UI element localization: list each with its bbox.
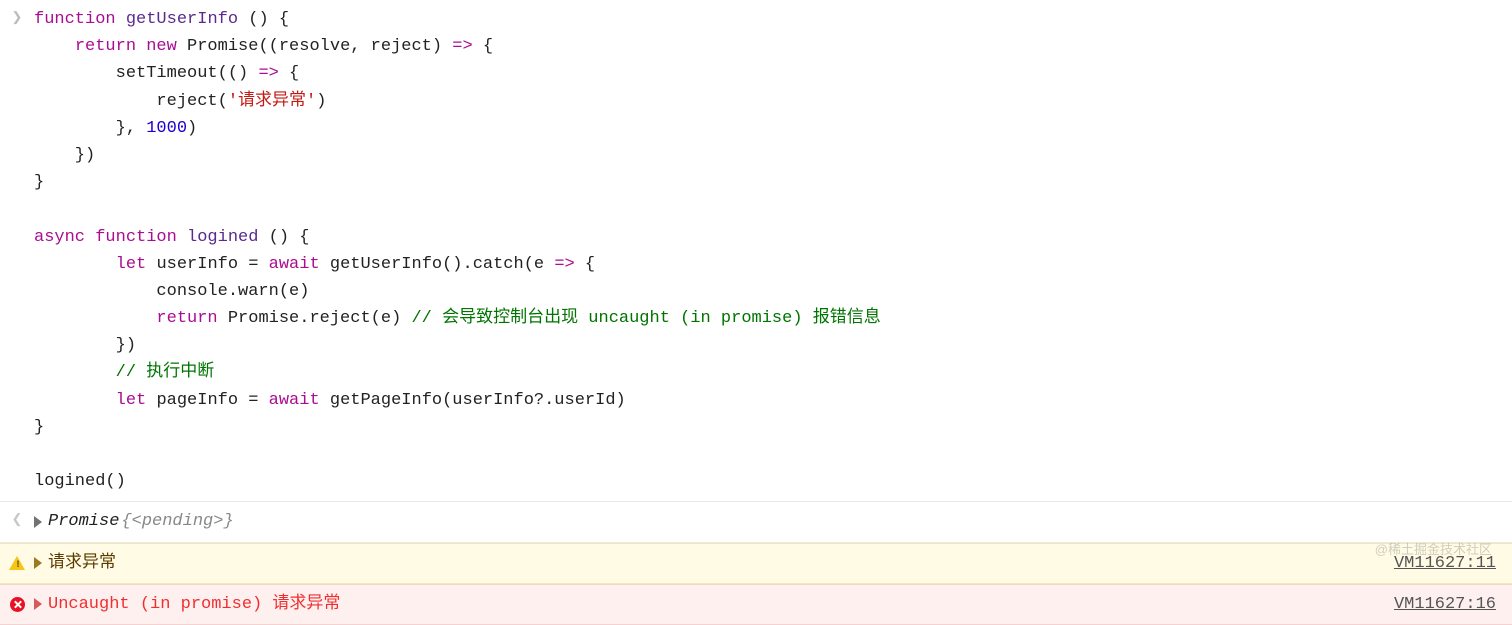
console-warn-entry[interactable]: 请求异常 VM11627:11	[0, 543, 1512, 584]
console-input-entry[interactable]: ❯ function getUserInfo () { return new P…	[0, 0, 1512, 502]
expand-triangle-icon[interactable]	[34, 516, 42, 528]
promise-state: {<pending>}	[121, 508, 233, 535]
warn-content: 请求异常	[34, 548, 1394, 579]
error-gutter	[0, 589, 34, 612]
expand-triangle-icon[interactable]	[34, 557, 42, 569]
input-gutter: ❯	[0, 4, 34, 29]
promise-label: Promise	[48, 508, 119, 535]
output-gutter: ❮	[0, 506, 34, 531]
console-error-entry[interactable]: Uncaught (in promise) 请求异常 VM11627:16	[0, 584, 1512, 625]
warn-message: 请求异常	[48, 550, 116, 577]
output-chevron-icon: ❮	[12, 510, 23, 531]
devtools-console: ❯ function getUserInfo () { return new P…	[0, 0, 1512, 625]
console-input-code[interactable]: function getUserInfo () { return new Pro…	[34, 4, 1504, 497]
console-output-value[interactable]: Promise {<pending>}	[34, 506, 1504, 537]
error-source-link[interactable]: VM11627:16	[1394, 589, 1504, 618]
error-message: Uncaught (in promise) 请求异常	[48, 591, 340, 618]
expand-triangle-icon[interactable]	[34, 598, 42, 610]
error-content: Uncaught (in promise) 请求异常	[34, 589, 1394, 620]
warning-icon	[9, 556, 25, 570]
console-output-entry[interactable]: ❮ Promise {<pending>}	[0, 502, 1512, 542]
warn-gutter	[0, 548, 34, 570]
input-chevron-icon: ❯	[12, 8, 23, 29]
error-icon	[10, 597, 25, 612]
watermark: @稀土掘金技术社区	[1375, 540, 1492, 561]
source-link[interactable]: VM11627:16	[1394, 595, 1496, 614]
